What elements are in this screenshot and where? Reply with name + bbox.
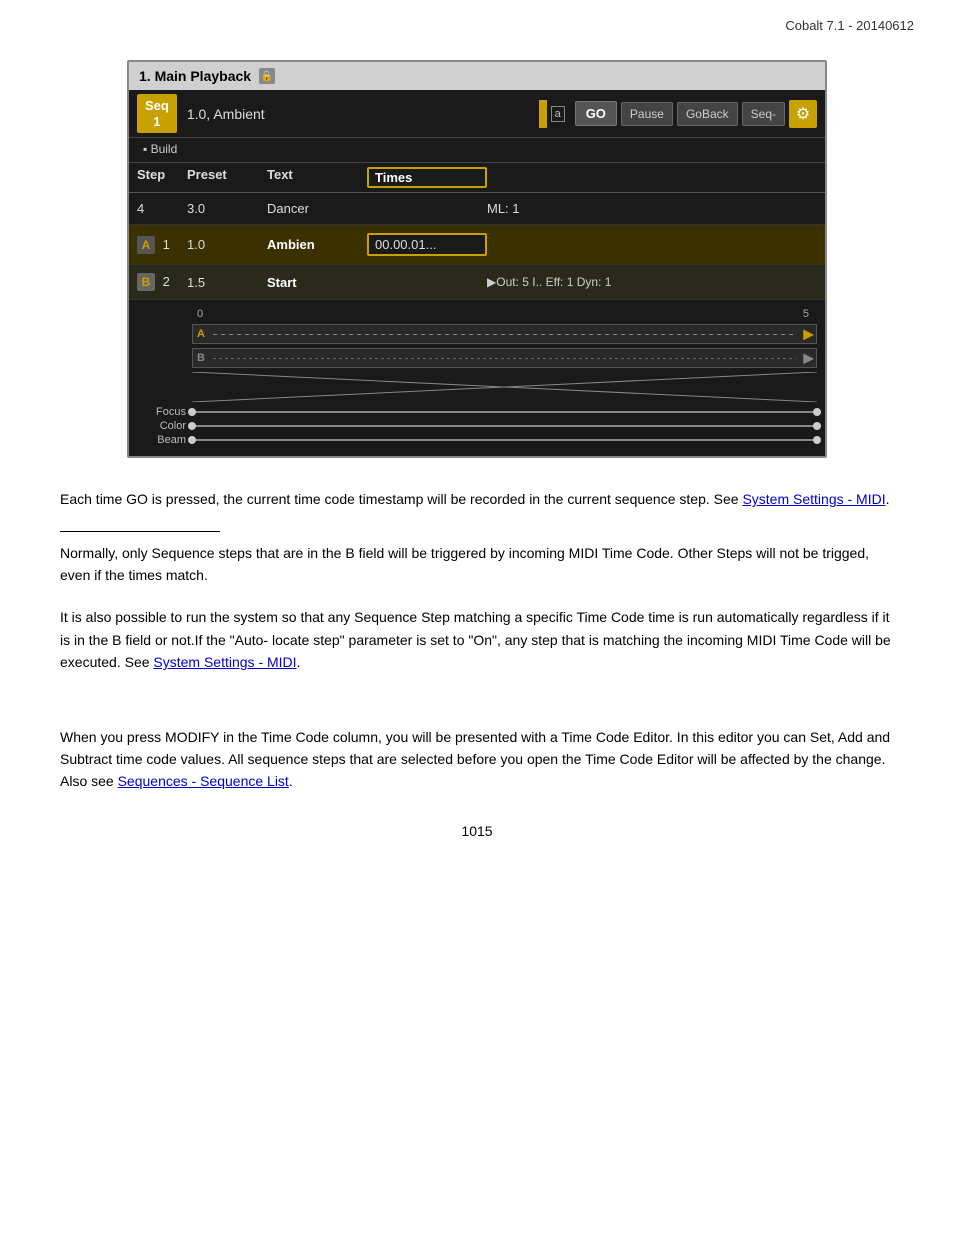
row-a: A 1 1.0 Ambien 00.00.01... (129, 225, 825, 265)
track-a-arrow: ▶ (803, 326, 814, 343)
tc-bar-small: a (551, 106, 565, 122)
para3-link[interactable]: System Settings - MIDI (153, 654, 296, 670)
focus-row: Focus (137, 406, 817, 418)
section-divider (60, 531, 220, 532)
seq-minus-button[interactable]: Seq- (742, 102, 785, 126)
track-b-bar: B ▶ (192, 348, 817, 368)
focus-dot-left (188, 408, 196, 416)
timeline-scale: 0 5 (197, 308, 809, 320)
track-a-row: A ▶ (137, 324, 817, 344)
row-a-text: Ambien (267, 237, 367, 252)
track-a-dashes (213, 334, 796, 335)
beam-row: Beam (137, 434, 817, 446)
color-row: Color (137, 420, 817, 432)
focus-line (192, 411, 817, 413)
a-marker: A (137, 236, 155, 254)
gear-button[interactable]: ⚙ (789, 100, 817, 128)
page-number: 1015 (60, 823, 894, 839)
color-dot-right (813, 422, 821, 430)
col-extra (487, 167, 817, 188)
cross-lines-container (192, 372, 817, 402)
body-para3: It is also possible to run the system so… (60, 606, 894, 673)
row-a-timecode: 00.00.01... (367, 233, 487, 256)
row-b-text: Start (267, 275, 367, 290)
track-a-start-marker: A (197, 328, 205, 340)
body-para1: Each time GO is pressed, the current tim… (60, 488, 894, 510)
beam-line (192, 439, 817, 441)
track-b-arrow: ▶ (803, 350, 814, 367)
build-row: ▪ Build (129, 138, 825, 163)
btn-group: GO Pause GoBack Seq- ⚙ (575, 100, 817, 128)
row-a-marker: A 1 (137, 236, 187, 254)
row-b-extra: ▶Out: 5 I.. Eff: 1 Dyn: 1 (487, 275, 817, 289)
b-marker: B (137, 273, 155, 291)
timecode-indicator: a (539, 100, 565, 128)
panel-title: 1. Main Playback (139, 68, 251, 84)
row-b-step: 2 (163, 274, 170, 289)
track-b-dashes (213, 358, 796, 359)
dancer-preset: 3.0 (187, 201, 267, 216)
track-a-bar: A ▶ (192, 324, 817, 344)
focus-label: Focus (137, 406, 192, 418)
col-headers: Step Preset Text Times (129, 163, 825, 193)
color-line (192, 425, 817, 427)
color-dot-left (188, 422, 196, 430)
version-text: Cobalt 7.1 - 20140612 (785, 18, 914, 33)
para1-link[interactable]: System Settings - MIDI (742, 491, 885, 507)
para4-link[interactable]: Sequences - Sequence List (118, 773, 289, 789)
track-b-start-marker: B (197, 352, 205, 364)
row-a-step: 1 (163, 237, 170, 252)
scale-start: 0 (197, 308, 203, 320)
para2-text: Normally, only Sequence steps that are i… (60, 545, 869, 583)
timeline-area: 0 5 A ▶ B (129, 300, 825, 456)
panel-title-bar: 1. Main Playback 🔒 (129, 62, 825, 90)
color-label: Color (137, 420, 192, 432)
para3-end: . (297, 654, 301, 670)
beam-label: Beam (137, 434, 192, 446)
row-b-preset: 1.5 (187, 275, 267, 290)
body-para4: When you press MODIFY in the Time Code c… (60, 726, 894, 793)
body-para2: Normally, only Sequence steps that are i… (60, 542, 894, 587)
col-preset: Preset (187, 167, 267, 188)
row-b-marker: B 2 (137, 273, 187, 291)
build-label: ▪ Build (137, 140, 183, 158)
row-b: B 2 1.5 Start ▶Out: 5 I.. Eff: 1 Dyn: 1 (129, 265, 825, 300)
para4-end: . (289, 773, 293, 789)
dancer-row: 4 3.0 Dancer ML: 1 (129, 193, 825, 225)
focus-dot-right (813, 408, 821, 416)
pause-button[interactable]: Pause (621, 102, 673, 126)
dancer-text: Dancer (267, 201, 367, 216)
seq-badge: Seq 1 (137, 94, 177, 133)
version-header: Cobalt 7.1 - 20140612 (785, 18, 914, 33)
lock-icon: 🔒 (259, 68, 275, 84)
go-button[interactable]: GO (575, 101, 617, 126)
para1-text: Each time GO is pressed, the current tim… (60, 491, 742, 507)
dancer-ml: ML: 1 (487, 201, 817, 216)
beam-dot-right (813, 436, 821, 444)
main-playback-panel: 1. Main Playback 🔒 Seq 1 1.0, Ambient a … (127, 60, 827, 458)
seq-label: 1.0, Ambient (187, 106, 529, 122)
col-times: Times (367, 167, 487, 188)
seq-row: Seq 1 1.0, Ambient a GO Pause GoBack Seq… (129, 90, 825, 138)
para1-end: . (886, 491, 890, 507)
goback-button[interactable]: GoBack (677, 102, 738, 126)
row-a-preset: 1.0 (187, 237, 267, 252)
col-text: Text (267, 167, 367, 188)
dancer-step: 4 (137, 201, 187, 216)
scale-end: 5 (803, 308, 809, 320)
tc-bar-amber (539, 100, 547, 128)
beam-dot-left (188, 436, 196, 444)
col-step: Step (137, 167, 187, 188)
cross-lines-svg (192, 372, 817, 402)
track-b-row: B ▶ (137, 348, 817, 368)
